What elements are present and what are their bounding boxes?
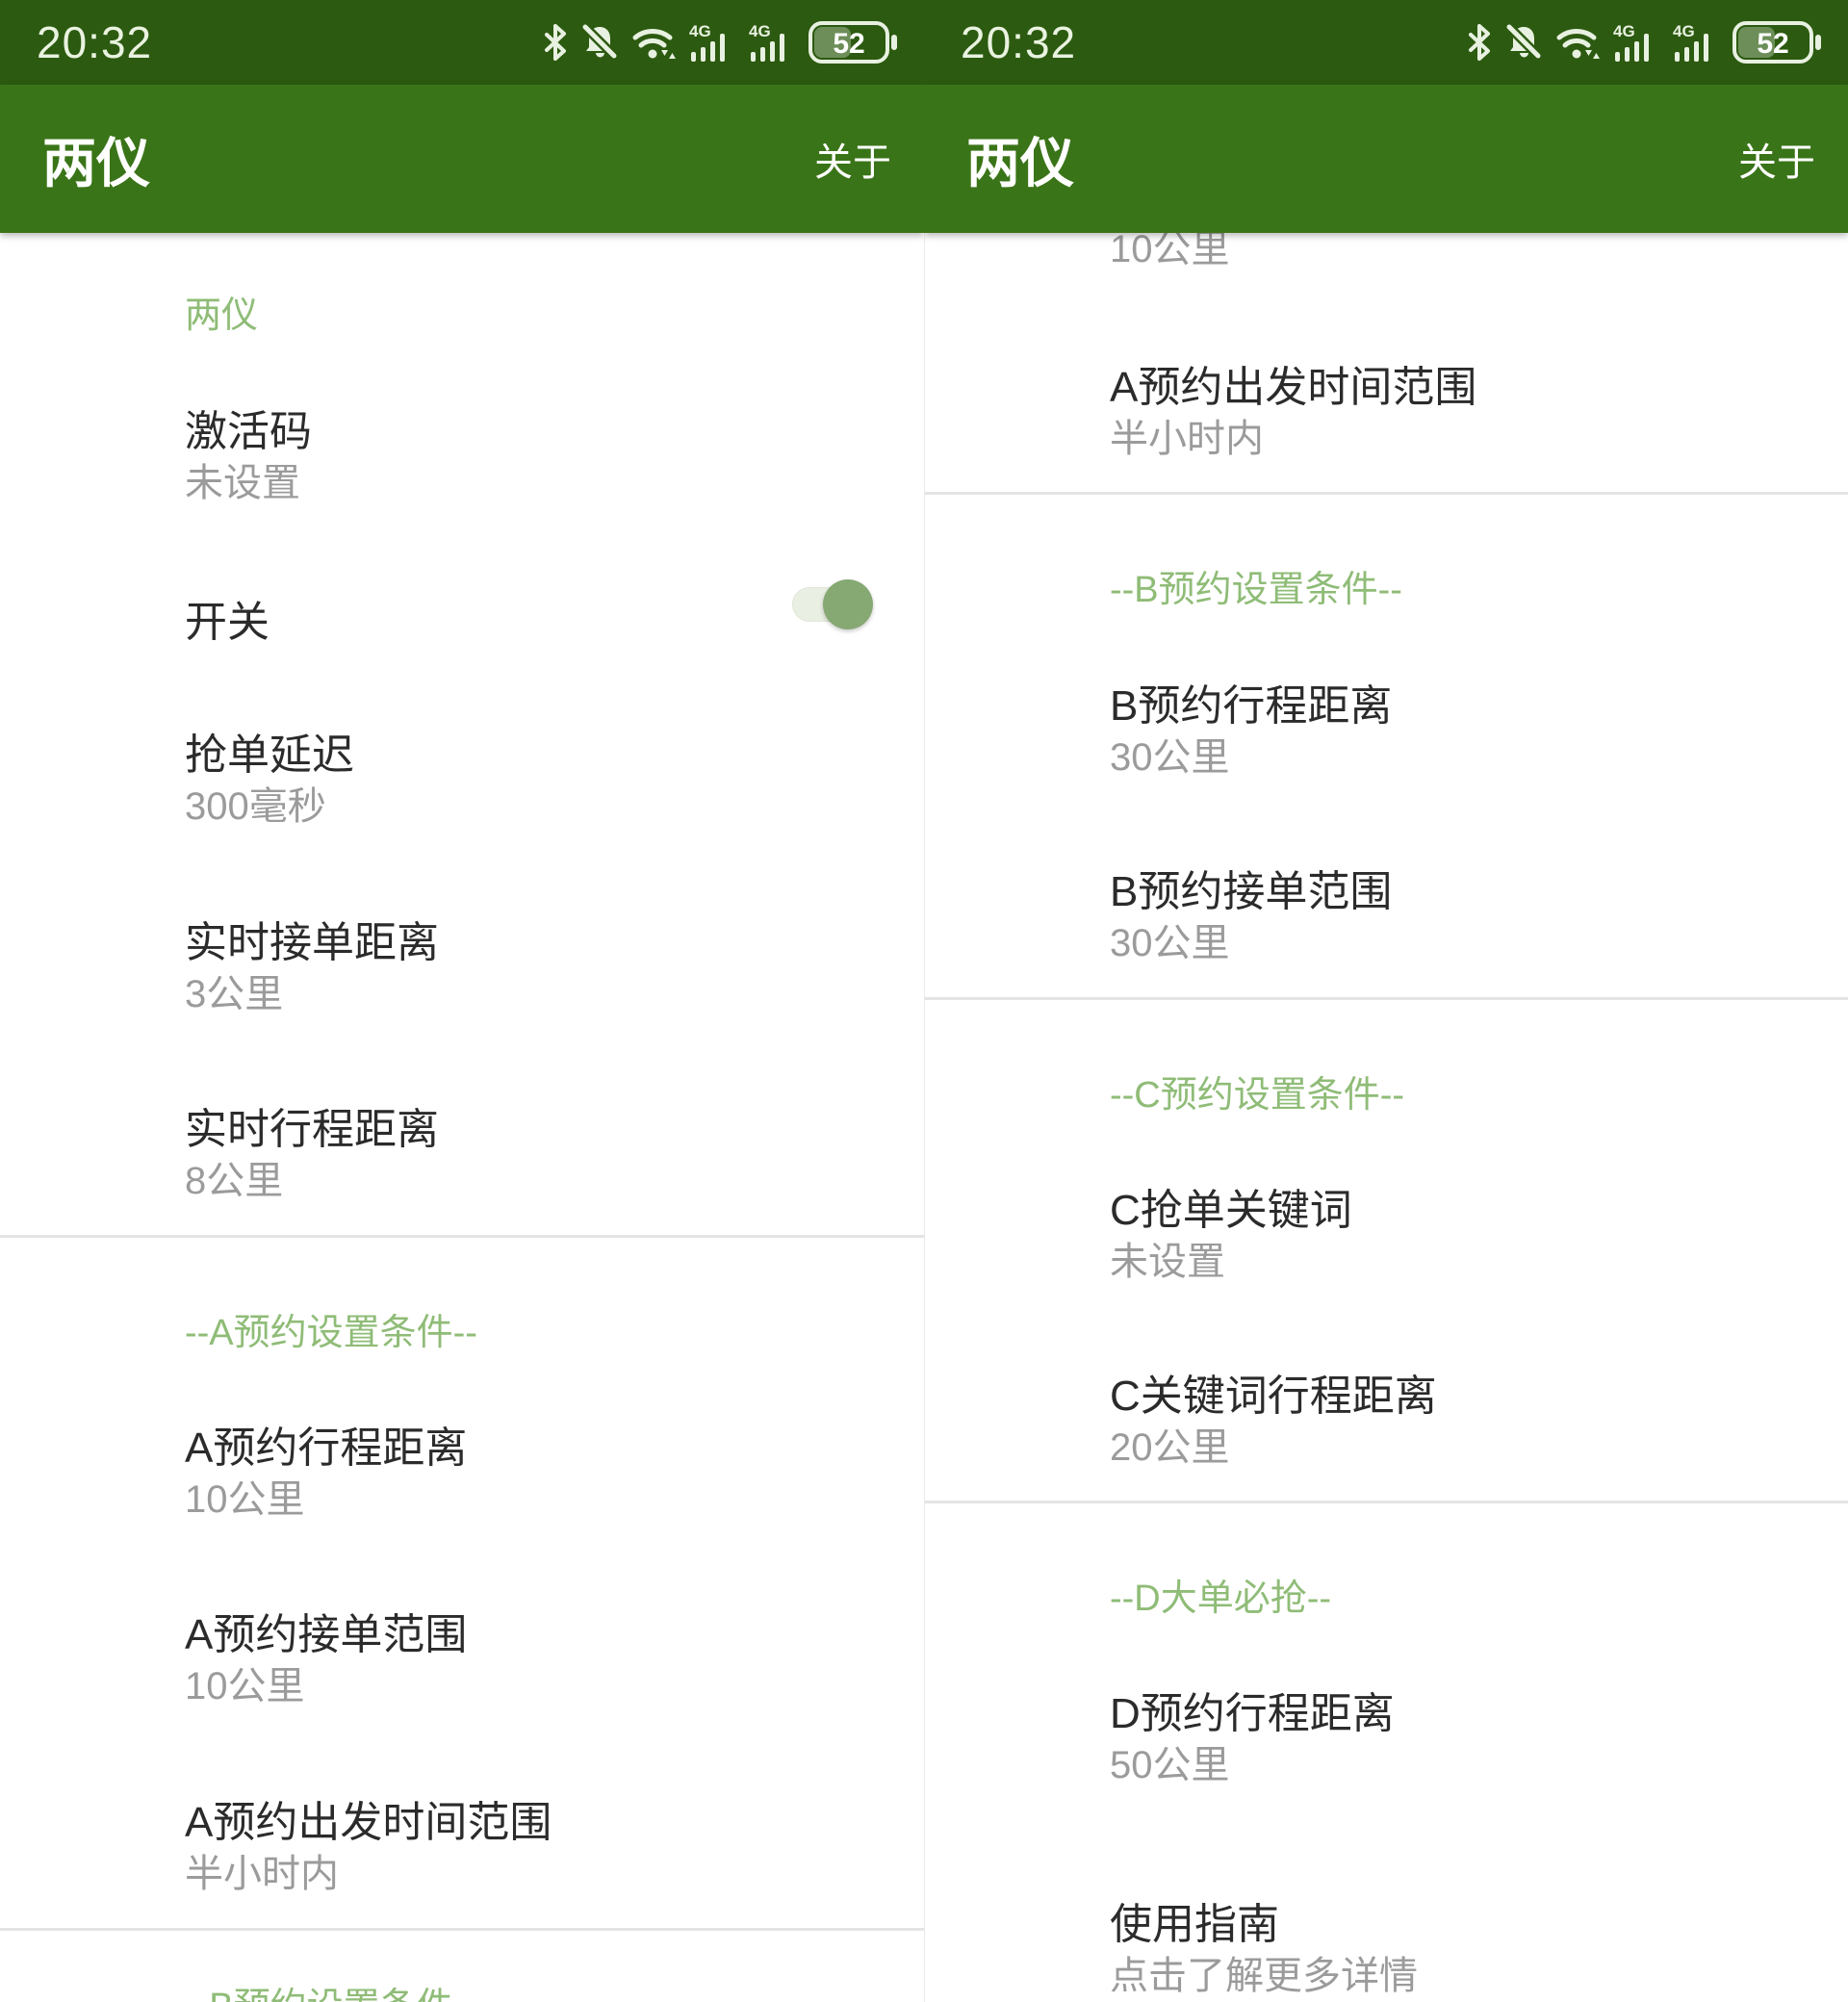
pref-a-trip-distance[interactable]: A预约行程距离 10公里 <box>0 1413 924 1521</box>
pref-title: B预约行程距离 <box>1110 671 1392 732</box>
svg-text:52: 52 <box>833 28 864 60</box>
pref-b-trip-distance[interactable]: B预约行程距离 30公里 <box>925 671 1848 779</box>
divider <box>925 997 1848 1000</box>
settings-list: 10公里 A预约出发时间范围 半小时内 --B预约设置条件-- B预约行程距离 … <box>924 233 1848 2002</box>
pref-title: 实时接单距离 <box>185 908 439 969</box>
pref-subtitle: 50公里 <box>1110 1733 1230 1789</box>
pref-title: A预约接单范围 <box>185 1600 467 1661</box>
pref-title: A预约行程距离 <box>185 1413 467 1475</box>
pref-activation-code[interactable]: 激活码 未设置 <box>0 397 924 504</box>
divider <box>0 1928 924 1931</box>
battery-icon: 52 <box>808 19 899 65</box>
wifi-icon <box>631 24 678 61</box>
svg-text:52: 52 <box>1757 28 1788 60</box>
pref-subtitle: 30公里 <box>1110 911 1230 967</box>
section-header-b: --B预约设置条件-- <box>1110 559 1402 605</box>
divider <box>925 1501 1848 1503</box>
clock: 20:32 <box>37 16 152 68</box>
status-bar: 20:32 4G 4G 52 <box>0 0 924 85</box>
pref-realtime-pickup-distance[interactable]: 实时接单距离 3公里 <box>0 908 924 1015</box>
pref-a-pickup-range-clipped[interactable]: 10公里 <box>925 233 1848 275</box>
pref-realtime-trip-distance[interactable]: 实时行程距离 8公里 <box>0 1094 924 1202</box>
pref-title: A预约出发时间范围 <box>185 1787 552 1849</box>
signal-4g-icon: 4G <box>689 22 737 63</box>
pref-title: 激活码 <box>185 397 312 458</box>
pref-subtitle: 10公里 <box>185 1468 305 1524</box>
bluetooth-icon <box>1467 23 1492 62</box>
app-bar: 两仪 关于 <box>0 85 924 233</box>
pref-title: 抢单延迟 <box>185 720 354 782</box>
pref-title: D预约行程距离 <box>1110 1679 1395 1740</box>
settings-list: 两仪 激活码 未设置 开关 抢单延迟 300毫秒 实时接单距离 3公里 实时行程… <box>0 233 924 2002</box>
pref-subtitle: 300毫秒 <box>185 775 326 831</box>
section-header-a: --A预约设置条件-- <box>185 1302 477 1348</box>
pref-subtitle: 3公里 <box>185 962 283 1018</box>
section-header-b-clipped: --B预约设置条件-- <box>185 1976 477 2002</box>
status-icons: 4G 4G 52 <box>1467 19 1823 65</box>
pref-subtitle: 30公里 <box>1110 726 1230 782</box>
pref-title: B预约接单范围 <box>1110 857 1392 918</box>
about-button[interactable]: 关于 <box>1738 131 1815 187</box>
app-title: 两仪 <box>966 120 1074 198</box>
pref-c-keyword-trip-distance[interactable]: C关键词行程距离 20公里 <box>925 1361 1848 1469</box>
pref-subtitle: 半小时内 <box>185 1842 339 1898</box>
divider <box>0 1235 924 1238</box>
wifi-icon <box>1555 24 1602 61</box>
svg-text:4G: 4G <box>749 22 771 40</box>
pref-title: C关键词行程距离 <box>1110 1361 1437 1423</box>
battery-icon: 52 <box>1732 19 1823 65</box>
notifications-off-icon <box>1503 22 1544 63</box>
pref-usage-guide[interactable]: 使用指南 点击了解更多详情 <box>925 1889 1848 1997</box>
pref-subtitle: 20公里 <box>1110 1416 1230 1472</box>
screenshot-left: 20:32 4G 4G 52 两仪 关于 两仪 激活码 未设置 开关 抢单延迟 <box>0 0 924 2002</box>
about-button[interactable]: 关于 <box>814 131 891 187</box>
master-switch-toggle[interactable] <box>792 581 871 628</box>
pref-a-departure-time-range[interactable]: A预约出发时间范围 半小时内 <box>925 352 1848 460</box>
pref-subtitle: 未设置 <box>185 451 300 507</box>
pref-c-grab-keywords[interactable]: C抢单关键词 未设置 <box>925 1175 1848 1283</box>
notifications-off-icon <box>579 22 620 63</box>
section-header-c: --C预约设置条件-- <box>1110 1065 1404 1111</box>
app-title: 两仪 <box>42 120 150 198</box>
section-header-d: --D大单必抢-- <box>1110 1568 1331 1614</box>
signal-4g-icon: 4G <box>749 22 797 63</box>
pref-subtitle: 半小时内 <box>1110 407 1264 463</box>
pref-subtitle: 10公里 <box>185 1655 305 1710</box>
signal-4g-icon: 4G <box>1673 22 1721 63</box>
clock: 20:32 <box>961 16 1076 68</box>
pref-title: A预约出发时间范围 <box>1110 352 1476 414</box>
screenshot-right: 20:32 4G 4G 52 两仪 关于 10公里 A预约出发时间范围 半小时内… <box>924 0 1848 2002</box>
pref-d-trip-distance[interactable]: D预约行程距离 50公里 <box>925 1679 1848 1786</box>
pref-title: 开关 <box>185 587 270 649</box>
pref-grab-delay[interactable]: 抢单延迟 300毫秒 <box>0 720 924 828</box>
pref-title: 使用指南 <box>1110 1889 1279 1951</box>
svg-text:4G: 4G <box>689 22 711 40</box>
divider <box>925 492 1848 495</box>
status-icons: 4G 4G 52 <box>543 19 899 65</box>
app-bar: 两仪 关于 <box>924 85 1848 233</box>
pref-subtitle: 8公里 <box>185 1149 283 1205</box>
pref-subtitle: 点击了解更多详情 <box>1110 1944 1418 2000</box>
pref-a-departure-time-range[interactable]: A预约出发时间范围 半小时内 <box>0 1787 924 1895</box>
signal-4g-icon: 4G <box>1613 22 1661 63</box>
pref-a-pickup-range[interactable]: A预约接单范围 10公里 <box>0 1600 924 1707</box>
pref-title: 实时行程距离 <box>185 1094 439 1156</box>
status-bar: 20:32 4G 4G 52 <box>924 0 1848 85</box>
pref-b-pickup-range[interactable]: B预约接单范围 30公里 <box>925 857 1848 964</box>
switch-thumb <box>823 579 873 629</box>
pref-master-switch[interactable]: 开关 <box>0 587 924 695</box>
pref-subtitle: 10公里 <box>1110 233 1230 273</box>
pref-title: C抢单关键词 <box>1110 1175 1352 1237</box>
pref-subtitle: 未设置 <box>1110 1230 1225 1286</box>
bluetooth-icon <box>543 23 568 62</box>
section-header-liangyi: 两仪 <box>185 285 258 331</box>
svg-text:4G: 4G <box>1613 22 1635 40</box>
svg-text:4G: 4G <box>1673 22 1695 40</box>
